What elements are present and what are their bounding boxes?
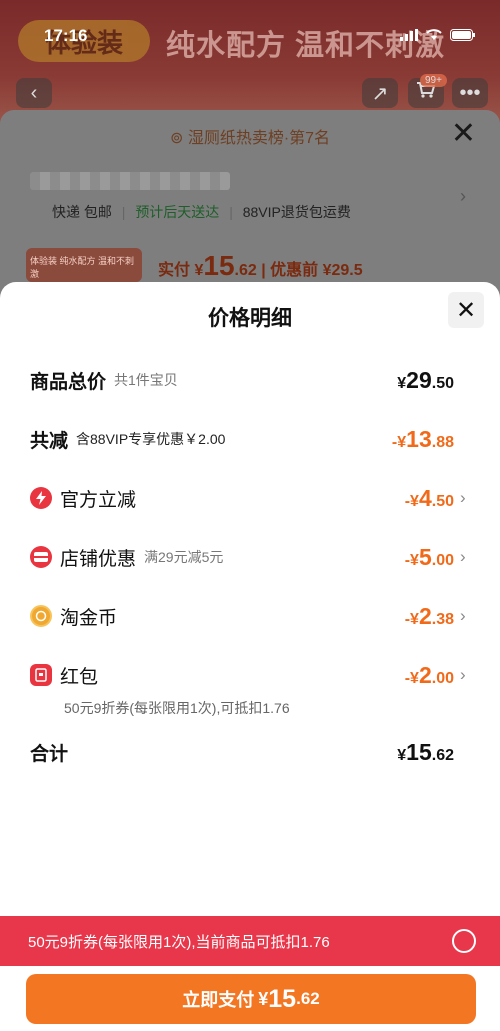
close-icon: ✕ bbox=[455, 296, 477, 324]
coupon-bar-text: 50元9折券(每张限用1次),当前商品可抵扣1.76 bbox=[28, 933, 330, 951]
signal-icon bbox=[400, 28, 418, 44]
cart-count-badge: 99+ bbox=[420, 74, 447, 87]
coupon-radio[interactable] bbox=[452, 929, 476, 953]
address-redacted bbox=[30, 172, 230, 190]
row-grand-total: 合计 ¥15.62 bbox=[30, 738, 454, 765]
battery-icon bbox=[450, 28, 476, 44]
close-button[interactable]: ✕ bbox=[448, 292, 484, 328]
gold-coin-icon bbox=[30, 605, 52, 627]
chevron-right-icon: › bbox=[460, 186, 466, 206]
chevron-right-icon: › bbox=[460, 488, 466, 507]
row-store-discount[interactable]: 店铺优惠 满29元减5元 -¥ 5.00 › bbox=[30, 541, 470, 573]
chevron-right-icon: › bbox=[460, 606, 466, 625]
product-summary-row: 体验装 纯水配方 温和不刺激 实付 ¥15.62 | 优惠前 ¥29.5 bbox=[26, 248, 486, 282]
red-packet-icon bbox=[30, 664, 52, 686]
status-time: 17:16 bbox=[44, 26, 88, 45]
row-taojinbi[interactable]: 淘金币 -¥ 2.38 › bbox=[30, 600, 470, 632]
share-button[interactable]: ↗ bbox=[362, 78, 398, 108]
ranking-badge[interactable]: ⊚ 湿厕纸热卖榜·第7名 bbox=[0, 124, 500, 148]
background-price: 实付 ¥15.62 | 优惠前 ¥29.5 bbox=[158, 250, 363, 281]
total-price-amount: ¥29.50 bbox=[397, 366, 454, 393]
price-detail-sheet: 价格明细 ✕ 商品总价 共1件宝贝 ¥29.50 共减 含88VIP专享优惠￥2… bbox=[0, 282, 500, 1031]
coupon-select-bar[interactable]: 50元9折券(每张限用1次),当前商品可抵扣1.76 bbox=[0, 916, 500, 966]
product-thumbnail: 体验装 纯水配方 温和不刺激 bbox=[26, 248, 142, 282]
red-packet-note: 50元9折券(每张限用1次),可抵扣1.76 bbox=[64, 700, 290, 716]
background-close-icon[interactable]: ✕ bbox=[451, 116, 476, 151]
row-total-discount: 共减 含88VIP专享优惠￥2.00 -¥ 13.88 bbox=[30, 425, 454, 452]
location-pin-icon: ⊚ bbox=[169, 130, 184, 147]
row-official-discount[interactable]: 官方立减 -¥ 4.50 › bbox=[30, 482, 470, 514]
back-button[interactable]: ‹ bbox=[16, 78, 52, 108]
chevron-right-icon: › bbox=[460, 547, 466, 566]
row-total-price: 商品总价 共1件宝贝 ¥29.50 bbox=[30, 366, 454, 393]
wifi-icon bbox=[426, 28, 442, 44]
pay-now-button[interactable]: 立即支付 ¥15.62 bbox=[26, 974, 476, 1024]
store-coupon-icon bbox=[30, 546, 52, 568]
address-row[interactable]: › bbox=[26, 170, 466, 206]
lightning-icon bbox=[30, 487, 52, 509]
more-button[interactable]: ••• bbox=[452, 78, 488, 108]
total-discount-amount: -¥ 13.88 bbox=[391, 425, 454, 452]
sheet-title: 价格明细 bbox=[208, 307, 292, 330]
share-icon: ↗ bbox=[371, 82, 389, 105]
chevron-left-icon: ‹ bbox=[30, 81, 38, 104]
status-bar: 17:16 bbox=[44, 22, 476, 50]
row-red-packet[interactable]: 红包 -¥ 2.00 › bbox=[30, 659, 470, 691]
shipping-info: 快递 包邮 | 预计后天送达 | 88VIP退货包运费 bbox=[52, 204, 351, 220]
more-icon: ••• bbox=[459, 81, 481, 104]
chevron-right-icon: › bbox=[460, 665, 466, 684]
grand-total-amount: ¥15.62 bbox=[397, 738, 454, 765]
